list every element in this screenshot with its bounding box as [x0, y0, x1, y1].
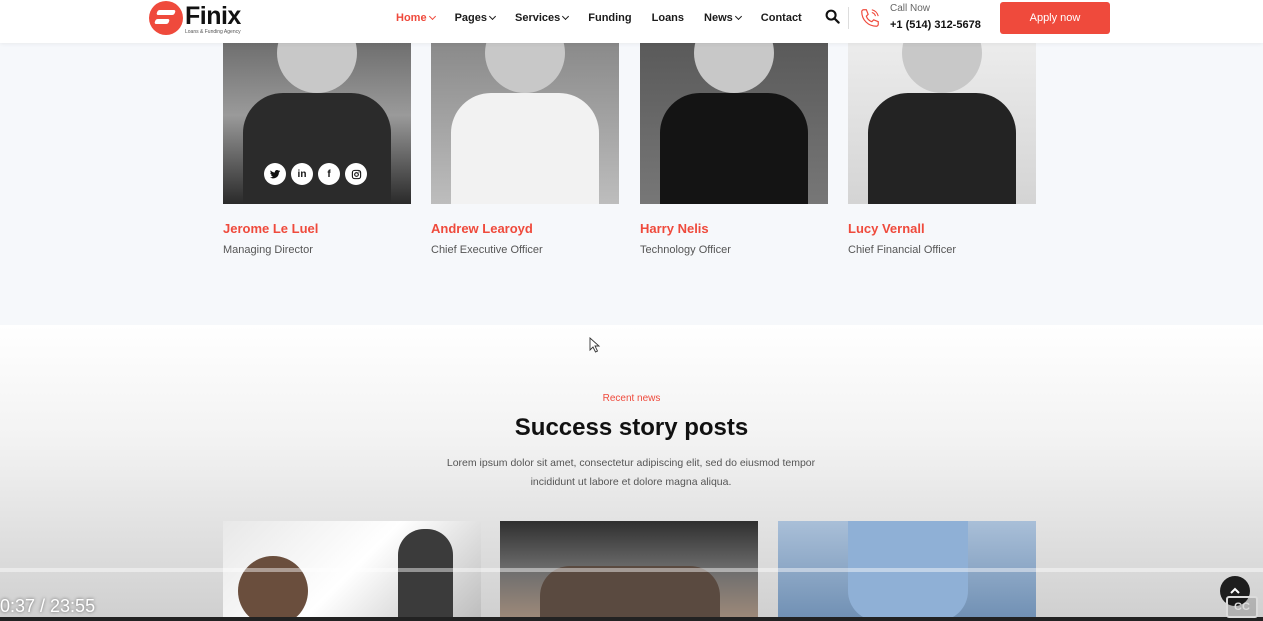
- chevron-down-icon: [428, 12, 436, 20]
- nav-item-contact[interactable]: Contact: [761, 12, 802, 24]
- logo-name: Finix: [185, 2, 241, 30]
- phone-icon: [861, 8, 879, 27]
- chevron-down-icon: [488, 12, 497, 20]
- news-section: Recent news Success story posts Lorem ip…: [0, 325, 1263, 621]
- team-section: in f Jerome Le Luel Managing Director An…: [0, 43, 1263, 325]
- instagram-icon[interactable]: [345, 163, 367, 185]
- team-member-card: Harry Nelis Technology Officer: [640, 43, 828, 256]
- team-member-card: Lucy Vernall Chief Financial Officer: [848, 43, 1036, 256]
- video-timecode: 0:37 / 23:55: [0, 596, 96, 616]
- facebook-icon[interactable]: f: [318, 163, 340, 185]
- linkedin-icon[interactable]: in: [291, 163, 313, 185]
- chevron-down-icon: [562, 12, 570, 20]
- member-role: Chief Financial Officer: [848, 244, 957, 256]
- section-eyebrow: Recent news: [602, 393, 661, 404]
- member-name[interactable]: Jerome Le Luel: [223, 221, 318, 236]
- member-role: Managing Director: [223, 244, 313, 256]
- member-photo[interactable]: [640, 43, 828, 204]
- call-label: Call Now: [890, 2, 931, 14]
- nav-item-loans[interactable]: Loans: [652, 12, 684, 24]
- main-nav: Home Pages Services Funding Loans News C…: [396, 0, 822, 35]
- member-role: Chief Executive Officer: [431, 244, 543, 256]
- player-bottom-bar: [0, 617, 1263, 621]
- team-member-card: in f Jerome Le Luel Managing Director: [223, 43, 411, 256]
- nav-item-pages[interactable]: Pages: [455, 12, 497, 24]
- nav-item-home[interactable]: Home: [396, 12, 436, 24]
- call-now[interactable]: Call Now +1 (514) 312-5678: [848, 0, 981, 35]
- site-header: Finix Loans & Funding Agency Home Pages …: [0, 0, 1263, 43]
- closed-captions-button[interactable]: CC: [1226, 596, 1258, 618]
- member-name[interactable]: Harry Nelis: [640, 221, 709, 236]
- member-name[interactable]: Andrew Learoyd: [431, 221, 533, 236]
- search-icon[interactable]: [825, 9, 840, 24]
- section-description: Lorem ipsum dolor sit amet, consectetur …: [446, 457, 816, 488]
- video-progress-bar[interactable]: [0, 568, 1263, 572]
- divider: [848, 6, 849, 29]
- member-name[interactable]: Lucy Vernall: [848, 221, 925, 236]
- mouse-cursor-icon: [589, 337, 601, 353]
- twitter-icon[interactable]: [264, 163, 286, 185]
- logo-mark-icon: [149, 1, 183, 35]
- logo-tagline: Loans & Funding Agency: [185, 29, 241, 35]
- call-number[interactable]: +1 (514) 312-5678: [890, 17, 981, 33]
- team-member-card: Andrew Learoyd Chief Executive Officer: [431, 43, 619, 256]
- member-photo[interactable]: [431, 43, 619, 204]
- member-photo[interactable]: [848, 43, 1036, 204]
- logo[interactable]: Finix Loans & Funding Agency: [149, 1, 241, 35]
- nav-item-news[interactable]: News: [704, 12, 742, 24]
- member-photo[interactable]: in f: [223, 43, 411, 204]
- chevron-down-icon: [734, 12, 742, 20]
- section-title: Success story posts: [514, 414, 749, 441]
- nav-item-services[interactable]: Services: [515, 12, 570, 24]
- nav-item-funding[interactable]: Funding: [588, 12, 631, 24]
- apply-now-button[interactable]: Apply now: [1000, 2, 1110, 34]
- member-role: Technology Officer: [640, 244, 731, 256]
- social-links: in f: [264, 163, 372, 185]
